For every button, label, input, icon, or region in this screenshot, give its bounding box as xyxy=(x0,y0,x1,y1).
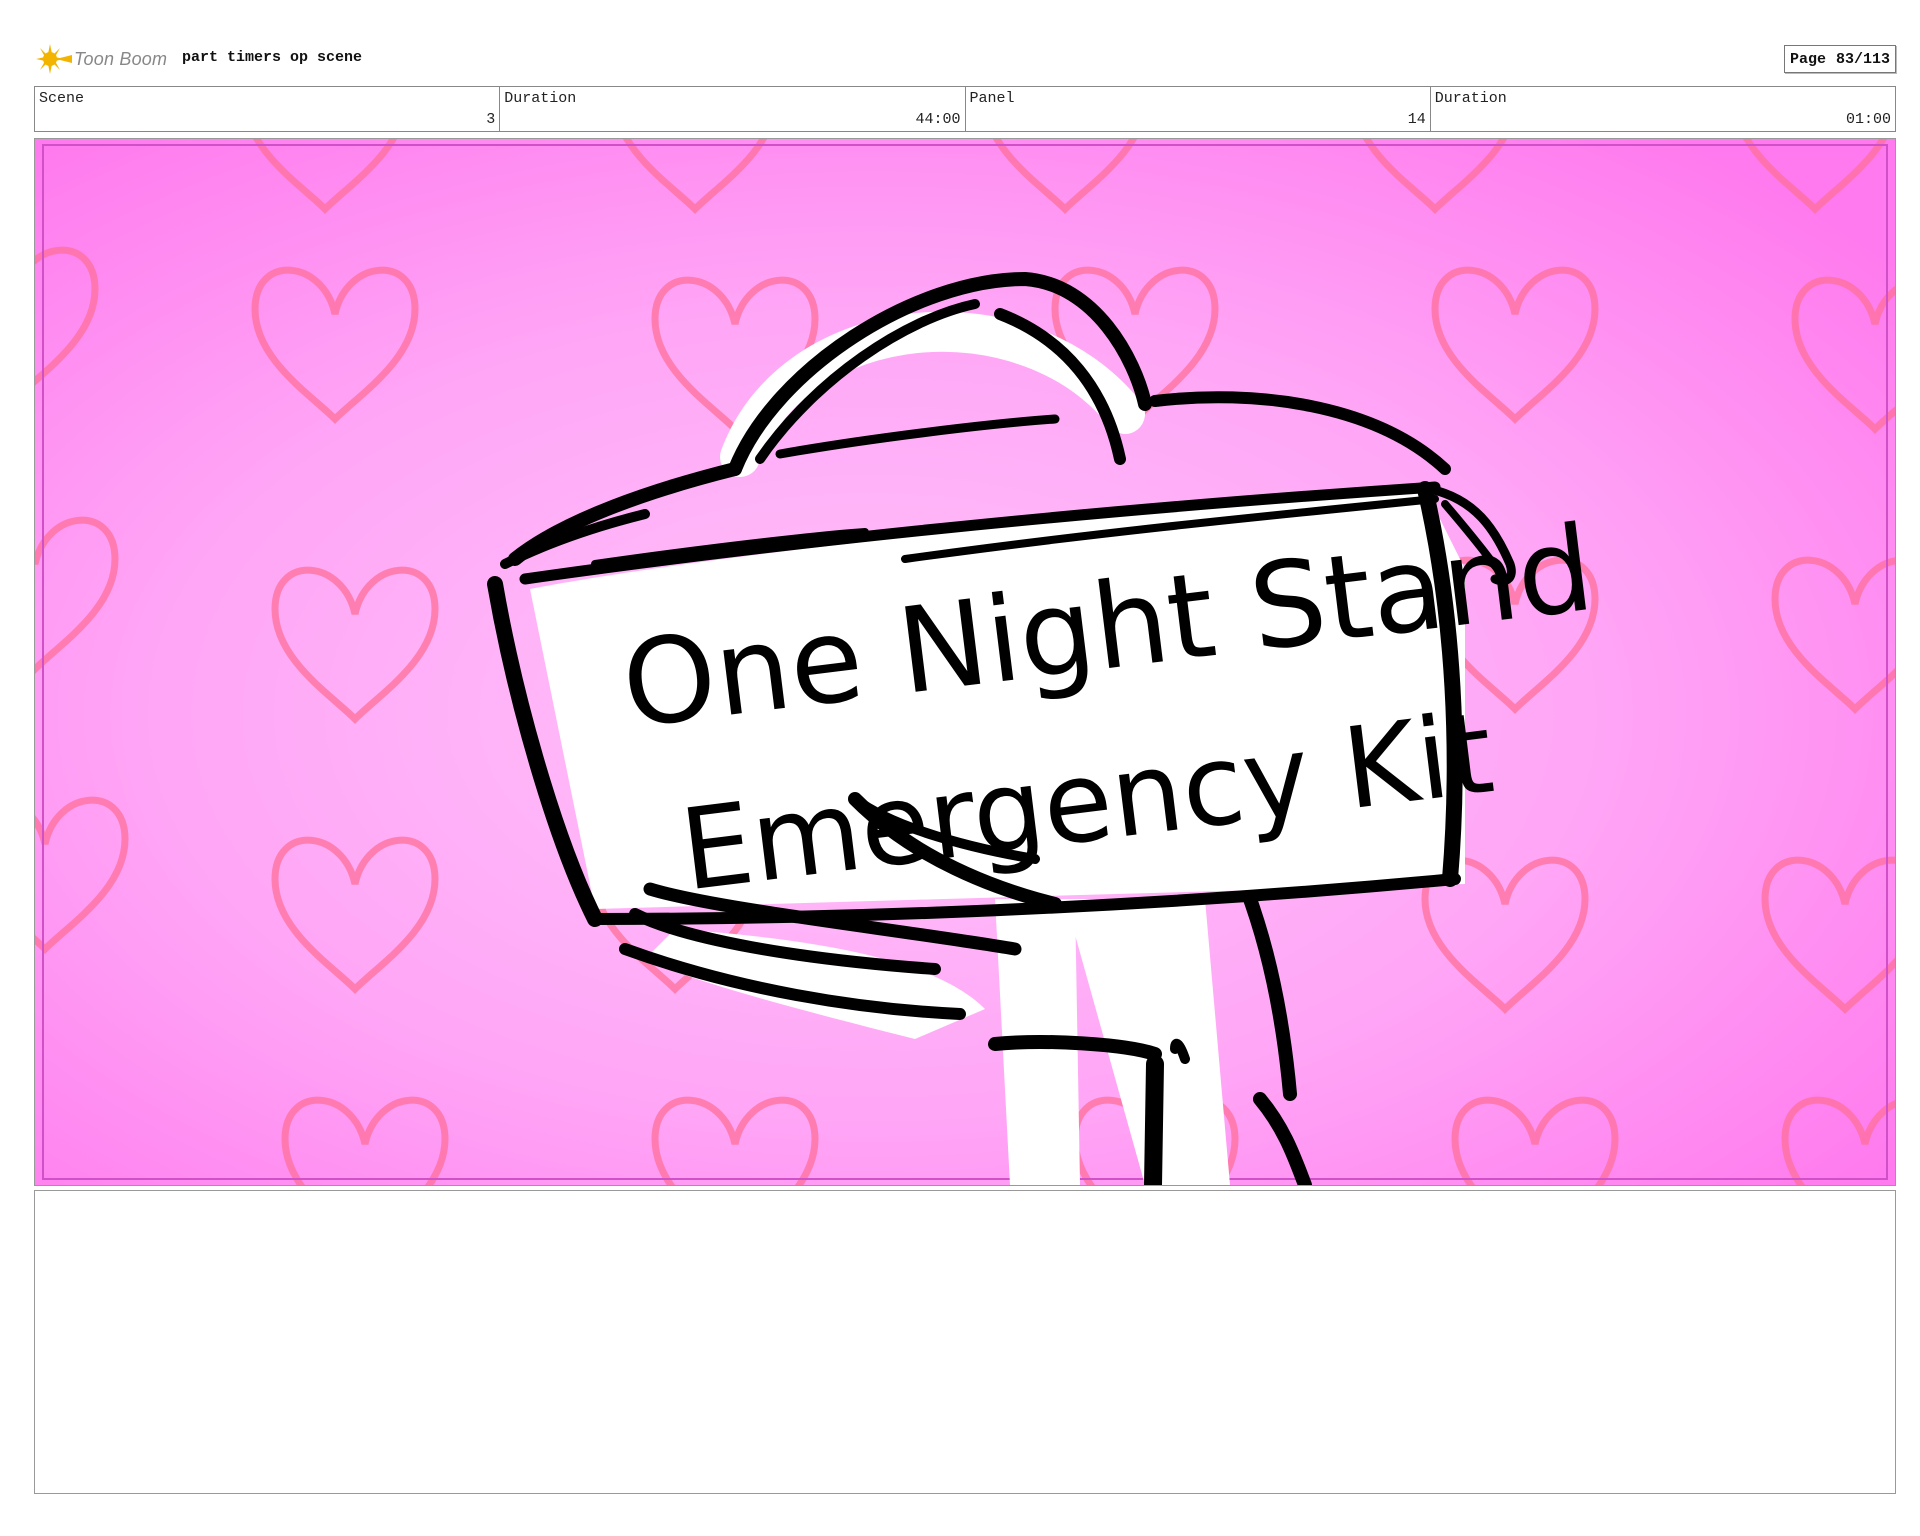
panel-label: Panel xyxy=(969,90,1015,107)
panel-cell: Panel 14 xyxy=(966,87,1431,131)
page-label: Page xyxy=(1789,50,1826,68)
toon-boom-logo: Toon Boom xyxy=(34,44,167,74)
starburst-icon xyxy=(36,44,72,74)
page-number: 83/113 xyxy=(1835,50,1890,68)
page-indicator: Page 83/113 xyxy=(1783,45,1896,73)
scene-info-row: Scene 3 Duration 44:00 Panel 14 Duration… xyxy=(34,86,1896,132)
scene-duration-cell: Duration 44:00 xyxy=(500,87,966,131)
scene-duration-value: 44:00 xyxy=(915,111,961,128)
panel-notes-box[interactable] xyxy=(34,1190,1896,1494)
panel-duration-cell: Duration 01:00 xyxy=(1431,87,1895,131)
scene-duration-label: Duration xyxy=(504,90,577,107)
panel-duration-label: Duration xyxy=(1434,90,1507,107)
panel-drawing: One Night Stand Emergency Kit xyxy=(35,139,1895,1185)
scene-label: Scene xyxy=(39,90,85,107)
panel-value: 14 xyxy=(1407,111,1426,128)
project-title: part timers op scene xyxy=(182,49,363,66)
storyboard-panel: One Night Stand Emergency Kit xyxy=(34,138,1896,1186)
panel-duration-value: 01:00 xyxy=(1845,111,1891,128)
scene-value: 3 xyxy=(486,111,496,128)
logo-text: Toon Boom xyxy=(74,48,168,69)
scene-cell: Scene 3 xyxy=(35,87,501,131)
storyboard-header: Toon Boom part timers op scene Page 83/1… xyxy=(34,40,1896,78)
